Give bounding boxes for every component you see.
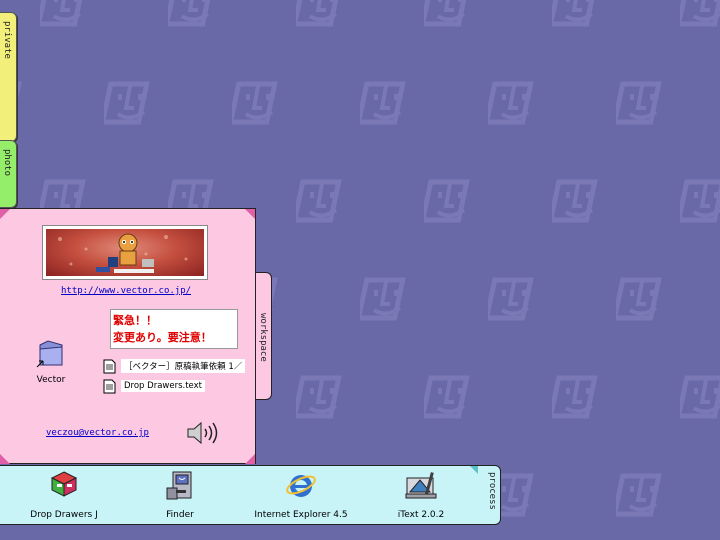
vector-folder[interactable]: Vector — [31, 337, 71, 385]
urgent-notice[interactable]: 緊急！！ 変更あり。要注意！ — [110, 309, 238, 349]
tab-process[interactable]: process — [485, 465, 501, 525]
email-link[interactable]: veczou@vector.co.jp — [46, 428, 149, 438]
mac-face-watermark-icon — [552, 179, 598, 223]
mac-face-watermark-icon — [232, 81, 278, 125]
mac-face-watermark-icon — [168, 0, 214, 27]
folder-alias-icon — [36, 340, 63, 368]
workspace-drawer: http://www.vector.co.jp/ 緊急！！ 変更あり。要注意！ … — [0, 208, 256, 464]
tab-private[interactable]: private — [0, 12, 17, 142]
dock-app-drop-drawers[interactable]: Drop Drawers J — [26, 470, 102, 520]
mac-face-watermark-icon — [296, 179, 342, 223]
dock-app-itext[interactable]: iText 2.0.2 — [386, 470, 456, 520]
mac-face-watermark-icon — [360, 277, 406, 321]
text-document-icon — [103, 379, 116, 393]
notice-line-2: 変更あり。要注意！ — [113, 331, 212, 344]
mac-face-watermark-icon — [616, 81, 662, 125]
text-document-icon — [103, 359, 116, 373]
itext-icon — [405, 472, 437, 499]
tab-private-label: private — [2, 21, 12, 59]
tab-workspace[interactable]: workspace — [256, 272, 272, 400]
file-item[interactable]: Drop Drawers.text — [103, 377, 205, 395]
mac-face-watermark-icon — [552, 0, 598, 27]
folder-label: Vector — [36, 375, 66, 385]
mac-face-watermark-icon — [680, 179, 720, 223]
mac-face-watermark-icon — [616, 473, 662, 517]
mac-face-watermark-icon — [680, 375, 720, 419]
tab-process-label: process — [487, 472, 497, 510]
tab-photo-label: photo — [2, 149, 12, 177]
mac-face-watermark-icon — [616, 277, 662, 321]
tab-workspace-label: workspace — [258, 313, 268, 362]
mac-face-watermark-icon — [488, 277, 534, 321]
dock-app-label: iText 2.0.2 — [397, 510, 445, 520]
process-dock: Drop Drawers J Finder Internet Explorer … — [0, 465, 486, 525]
mac-face-watermark-icon — [424, 179, 470, 223]
speaker-icon[interactable] — [186, 420, 220, 446]
mac-face-watermark-icon — [296, 375, 342, 419]
dock-app-label: Internet Explorer 4.5 — [254, 510, 348, 520]
mac-face-watermark-icon — [40, 0, 86, 27]
finder-icon — [166, 471, 192, 500]
dock-app-finder[interactable]: Finder — [152, 470, 208, 520]
mac-face-watermark-icon — [424, 375, 470, 419]
dock-app-internet-explorer[interactable]: Internet Explorer 4.5 — [246, 470, 356, 520]
dock-app-label: Drop Drawers J — [30, 510, 98, 520]
mac-face-watermark-icon — [552, 375, 598, 419]
dock-corner — [470, 466, 478, 474]
notice-line-1: 緊急！！ — [113, 314, 157, 327]
mac-face-watermark-icon — [104, 81, 150, 125]
drop-drawers-icon — [50, 471, 78, 497]
vector-url-link[interactable]: http://www.vector.co.jp/ — [61, 286, 191, 296]
mac-face-watermark-icon — [680, 0, 720, 27]
vector-banner-image[interactable] — [42, 225, 208, 280]
dock-app-label: Finder — [166, 510, 194, 520]
mac-face-watermark-icon — [488, 81, 534, 125]
internet-explorer-icon — [286, 475, 316, 497]
mac-face-watermark-icon — [424, 0, 470, 27]
tab-photo[interactable]: photo — [0, 140, 17, 208]
file-label: ［ベクター］原稿執筆依頼 1／ — [121, 359, 246, 373]
file-item[interactable]: ［ベクター］原稿執筆依頼 1／ — [103, 357, 246, 375]
file-label: Drop Drawers.text — [121, 380, 205, 392]
mac-face-watermark-icon — [296, 0, 342, 27]
mac-face-watermark-icon — [360, 81, 406, 125]
